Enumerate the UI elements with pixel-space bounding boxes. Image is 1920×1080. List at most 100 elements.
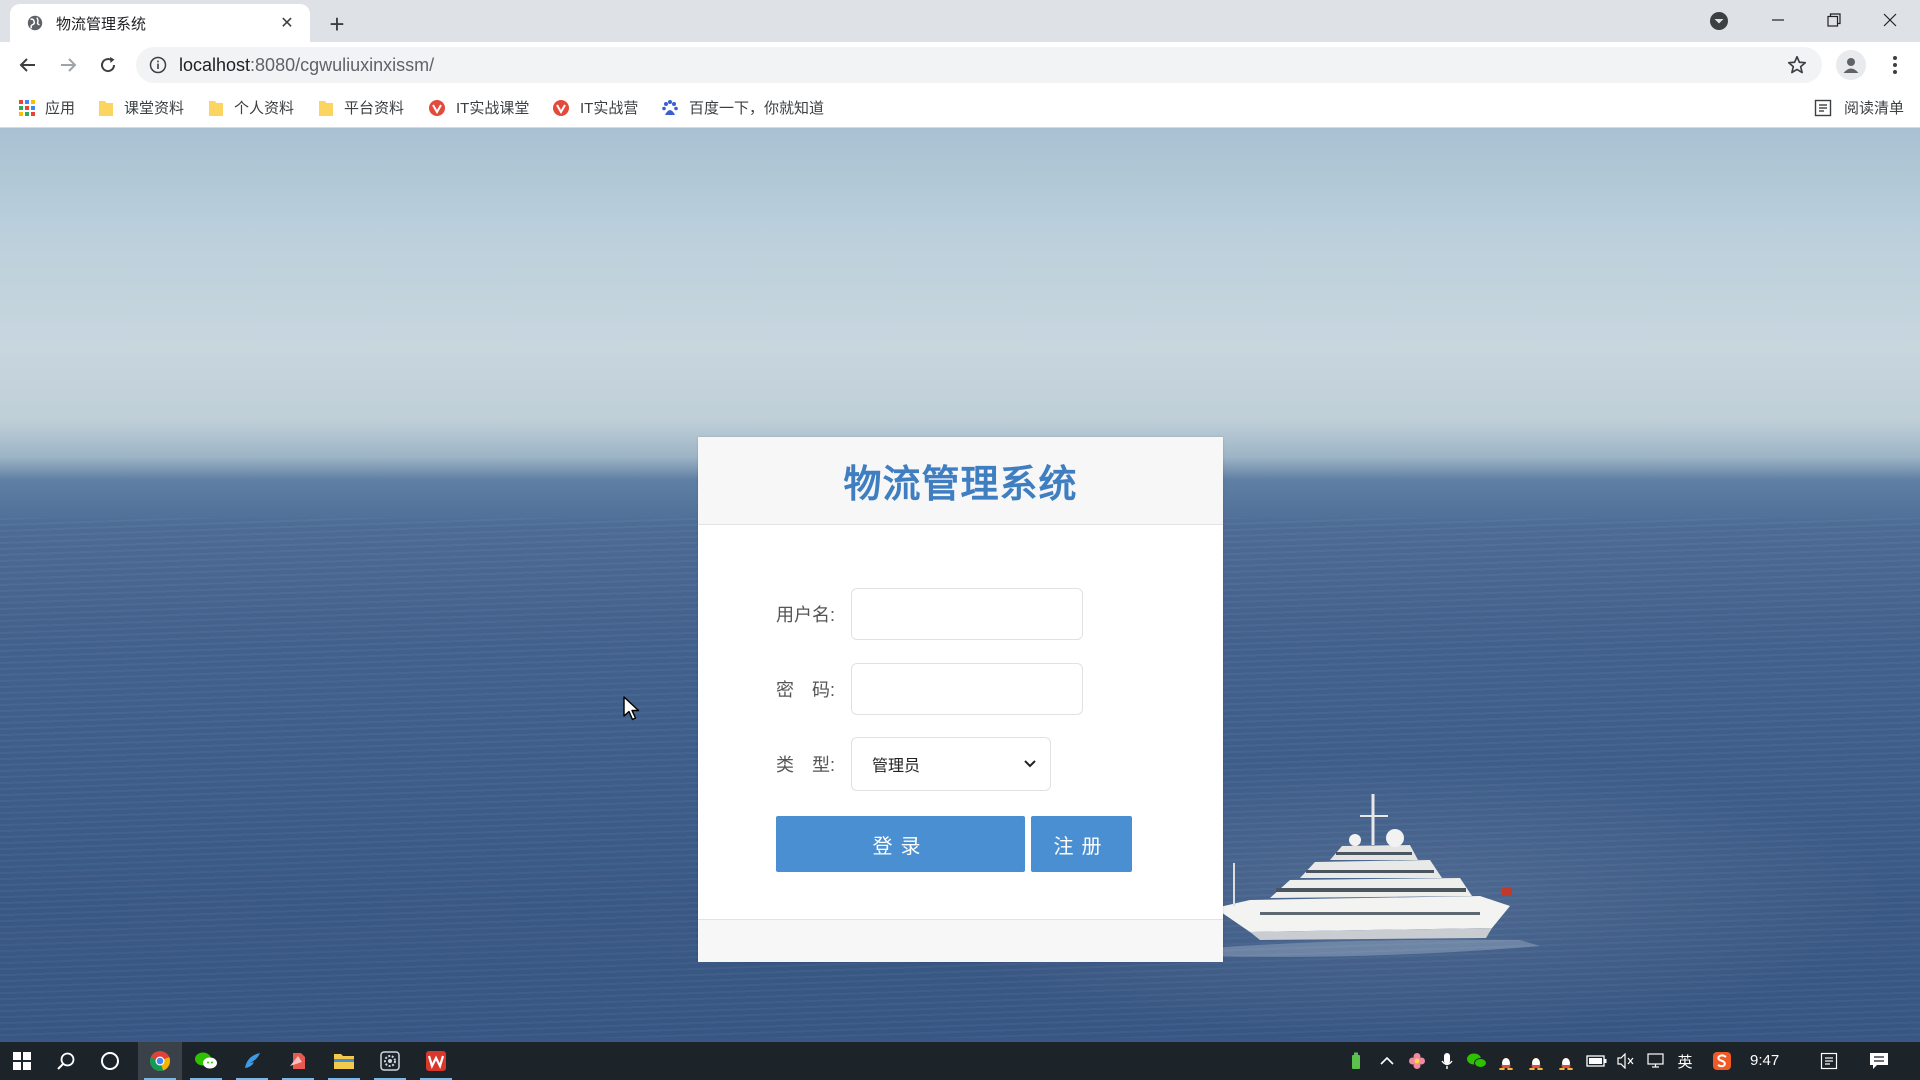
login-header: 物流管理系统 — [698, 437, 1223, 525]
qq-penguin-icon — [1529, 1053, 1543, 1070]
battery-icon — [1586, 1055, 1607, 1067]
restore-button[interactable] — [1806, 0, 1862, 40]
tray-overflow-button[interactable] — [1376, 1042, 1398, 1080]
tray-sogou[interactable] — [1710, 1042, 1734, 1080]
tray-action-center[interactable] — [1866, 1042, 1892, 1080]
search-icon — [57, 1052, 75, 1070]
reload-button[interactable] — [92, 49, 124, 81]
taskbar-wechat[interactable] — [184, 1042, 228, 1080]
wps-icon — [426, 1051, 446, 1071]
tray-wechat[interactable] — [1464, 1042, 1490, 1080]
reading-list-icon — [1814, 99, 1832, 116]
bookmark-site[interactable]: 百度一下，你就知道 — [661, 97, 824, 118]
reload-icon — [101, 57, 116, 73]
wechat-icon — [1467, 1053, 1487, 1068]
tab-title: 物流管理系统 — [56, 15, 147, 33]
tray-network[interactable] — [1644, 1042, 1670, 1080]
login-footer — [698, 919, 1223, 962]
taskbar-wps[interactable] — [414, 1042, 458, 1080]
address-bar[interactable]: localhost:8080/cgwuliuxinxissm/ — [136, 47, 1822, 83]
sogou-input-icon — [1713, 1052, 1731, 1070]
reading-list-button[interactable]: 阅读清单 — [1814, 97, 1904, 118]
bookmark-apps[interactable]: 应用 — [19, 97, 75, 118]
tray-microphone[interactable] — [1436, 1042, 1458, 1080]
taskbar-file-explorer[interactable] — [322, 1042, 366, 1080]
tray-volume[interactable] — [1614, 1042, 1638, 1080]
bookmark-label: IT实战营 — [580, 100, 639, 117]
volume-muted-icon — [1617, 1053, 1634, 1069]
yacht-image — [1210, 794, 1540, 957]
taskbar-clock[interactable]: 9:47 — [1750, 1042, 1779, 1080]
folder-icon — [99, 100, 113, 116]
bookmark-site[interactable]: IT实战课堂 — [428, 97, 529, 118]
password-label: 密 码: — [776, 680, 836, 700]
taskbar-settings-app[interactable] — [368, 1042, 412, 1080]
new-tab-button[interactable]: + — [322, 9, 352, 39]
flower-icon — [1409, 1053, 1425, 1069]
login-panel: 物流管理系统 用户名: 密 码: 类 型: 管理员 登录 注册 — [698, 437, 1223, 962]
gear-icon — [380, 1051, 400, 1071]
taskbar-app-blue[interactable] — [230, 1042, 274, 1080]
baidu-paw-icon — [662, 99, 678, 115]
close-window-button[interactable] — [1862, 0, 1918, 40]
chrome-icon — [149, 1051, 171, 1071]
url-text[interactable]: localhost:8080/cgwuliuxinxissm/ — [179, 55, 1786, 76]
reading-list-label: 阅读清单 — [1843, 100, 1904, 117]
search-button[interactable] — [44, 1042, 88, 1080]
browser-tab-strip: 物流管理系统 ✕ + — [0, 0, 1920, 42]
tray-flower-app[interactable] — [1406, 1042, 1428, 1080]
cortana-circle-icon — [101, 1052, 119, 1070]
browser-toolbar: localhost:8080/cgwuliuxinxissm/ — [0, 42, 1920, 88]
bookmark-site[interactable]: IT实战营 — [552, 97, 638, 118]
forward-button[interactable] — [52, 49, 84, 81]
bookmark-folder[interactable]: 平台资料 — [318, 97, 404, 118]
tab-close-icon[interactable]: ✕ — [276, 12, 298, 34]
password-row: 密 码: — [776, 663, 1083, 715]
bookmark-star-icon[interactable] — [1786, 54, 1808, 76]
username-input[interactable] — [851, 588, 1083, 640]
bookmark-folder[interactable]: 课堂资料 — [98, 97, 184, 118]
cortana-button[interactable] — [88, 1042, 132, 1080]
type-row: 类 型: 管理员 — [776, 737, 1051, 791]
password-input[interactable] — [851, 663, 1083, 715]
tray-qq-1[interactable] — [1494, 1042, 1518, 1080]
pdf-reader-icon — [290, 1053, 305, 1069]
login-title: 物流管理系统 — [843, 464, 1078, 506]
taskbar-chrome[interactable] — [138, 1042, 182, 1080]
minimize-button[interactable] — [1750, 0, 1806, 40]
tray-battery-app[interactable] — [1346, 1042, 1366, 1080]
browser-tab[interactable]: 物流管理系统 ✕ — [10, 4, 310, 42]
microphone-icon — [1441, 1053, 1453, 1069]
url-host: localhost — [179, 54, 251, 75]
login-button[interactable]: 登录 — [776, 816, 1025, 872]
start-button[interactable] — [0, 1042, 44, 1080]
browser-menu-button[interactable] — [1880, 50, 1910, 80]
mouse-cursor-icon — [623, 696, 640, 721]
taskbar-app-pdf[interactable] — [276, 1042, 320, 1080]
bookmark-label: 个人资料 — [234, 100, 295, 117]
tray-qq-2[interactable] — [1524, 1042, 1548, 1080]
chevron-down-icon — [1024, 760, 1036, 768]
url-path: :8080/cgwuliuxinxissm/ — [250, 54, 435, 75]
taskbar: 英 9:47 — [0, 1042, 1920, 1080]
username-row: 用户名: — [776, 588, 1083, 640]
tab-search-icon[interactable] — [1708, 10, 1730, 32]
profile-avatar[interactable] — [1836, 50, 1866, 80]
wechat-icon — [195, 1052, 217, 1069]
register-button[interactable]: 注册 — [1031, 816, 1132, 872]
tray-qq-3[interactable] — [1554, 1042, 1578, 1080]
bookmark-label: 课堂资料 — [124, 100, 185, 117]
chevron-up-icon — [1380, 1056, 1394, 1065]
tray-battery[interactable] — [1584, 1042, 1610, 1080]
user-type-select[interactable]: 管理员 — [851, 737, 1051, 791]
bookmark-folder[interactable]: 个人资料 — [208, 97, 294, 118]
bookmark-label: 平台资料 — [344, 100, 405, 117]
feather-app-icon — [245, 1053, 260, 1068]
back-button[interactable] — [12, 49, 44, 81]
globe-icon — [27, 15, 43, 31]
site-info-icon[interactable] — [149, 56, 167, 74]
tray-notepad[interactable] — [1816, 1042, 1842, 1080]
windows-logo-icon — [13, 1052, 31, 1070]
tray-ime[interactable]: 英 — [1674, 1042, 1696, 1080]
username-label: 用户名: — [776, 605, 836, 625]
